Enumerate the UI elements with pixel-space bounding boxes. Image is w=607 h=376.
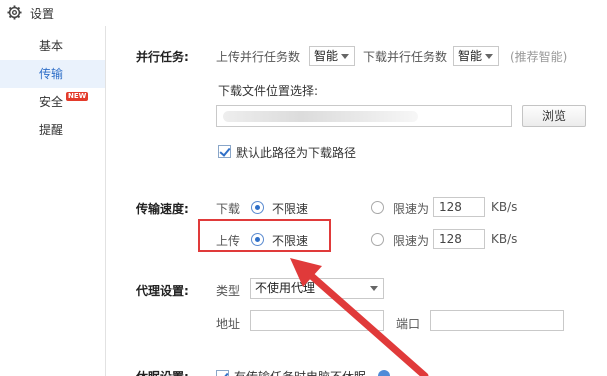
download-limit-label: 限速为 xyxy=(393,202,430,216)
chevron-down-icon xyxy=(370,286,378,291)
sidebar-item-label: 提醒 xyxy=(39,123,64,137)
gear-icon xyxy=(7,5,22,20)
sidebar-item-security[interactable]: 安全 NEW xyxy=(0,88,105,116)
upload-parallel-label: 上传并行任务数 xyxy=(216,50,301,64)
info-icon[interactable] xyxy=(378,370,390,376)
download-location-label: 下载文件位置选择: xyxy=(218,84,319,98)
sidebar-item-reminder[interactable]: 提醒 xyxy=(0,116,105,144)
recommend-hint: (推荐智能) xyxy=(510,50,568,64)
download-limit-radio[interactable] xyxy=(371,201,384,214)
download-limit-input[interactable]: 128 xyxy=(433,197,485,217)
download-unlimited-label: 不限速 xyxy=(272,202,309,216)
default-path-label: 默认此路径为下载路径 xyxy=(236,146,357,160)
highlight-box xyxy=(198,219,331,252)
upload-unit-label: KB/s xyxy=(491,232,518,246)
download-speed-label: 下载 xyxy=(216,202,241,216)
select-value: 不使用代理 xyxy=(255,281,316,295)
settings-content: 并行任务: 上传并行任务数 智能 下载并行任务数 智能 (推荐智能) 下载文件位… xyxy=(106,26,607,376)
proxy-section-label: 代理设置: xyxy=(136,284,189,298)
sleep-section-label: 休眠设置: xyxy=(136,368,189,376)
proxy-type-select[interactable]: 不使用代理 xyxy=(250,278,384,299)
chevron-down-icon xyxy=(341,54,349,59)
proxy-port-label: 端口 xyxy=(396,317,421,331)
download-path-input[interactable] xyxy=(216,105,512,127)
proxy-port-input[interactable] xyxy=(430,310,564,331)
window-title: 设置 xyxy=(30,7,55,21)
download-unit-label: KB/s xyxy=(491,200,518,214)
sidebar-item-label: 传输 xyxy=(39,67,64,81)
blurred-path xyxy=(223,111,418,122)
proxy-type-label: 类型 xyxy=(216,284,241,298)
download-parallel-select[interactable]: 智能 xyxy=(453,46,499,66)
sidebar-item-label: 安全 xyxy=(39,95,64,109)
upload-limit-radio[interactable] xyxy=(371,233,384,246)
download-unlimited-radio[interactable] xyxy=(251,201,264,214)
upload-limit-label: 限速为 xyxy=(393,234,430,248)
chevron-down-icon xyxy=(485,54,493,59)
prevent-sleep-checkbox[interactable] xyxy=(216,370,229,376)
browse-button[interactable]: 浏览 xyxy=(522,105,586,127)
select-value: 智能 xyxy=(314,49,339,63)
upload-parallel-select[interactable]: 智能 xyxy=(309,46,355,66)
proxy-address-label: 地址 xyxy=(216,317,241,331)
select-value: 智能 xyxy=(458,49,483,63)
prevent-sleep-label: 有传输任务时电脑不休眠 xyxy=(234,368,366,376)
default-path-checkbox[interactable] xyxy=(218,145,231,158)
sidebar-item-label: 基本 xyxy=(39,39,64,53)
settings-sidebar: 基本 传输 安全 NEW 提醒 xyxy=(0,26,106,376)
title-bar: 设置 xyxy=(0,0,607,26)
speed-section-label: 传输速度: xyxy=(136,202,189,216)
sidebar-item-transfer[interactable]: 传输 xyxy=(0,60,105,88)
download-parallel-label: 下载并行任务数 xyxy=(363,50,448,64)
parallel-section-label: 并行任务: xyxy=(136,50,189,64)
sidebar-item-basic[interactable]: 基本 xyxy=(0,32,105,60)
new-badge: NEW xyxy=(66,92,89,101)
upload-limit-input[interactable]: 128 xyxy=(433,229,485,249)
proxy-address-input[interactable] xyxy=(250,310,384,331)
